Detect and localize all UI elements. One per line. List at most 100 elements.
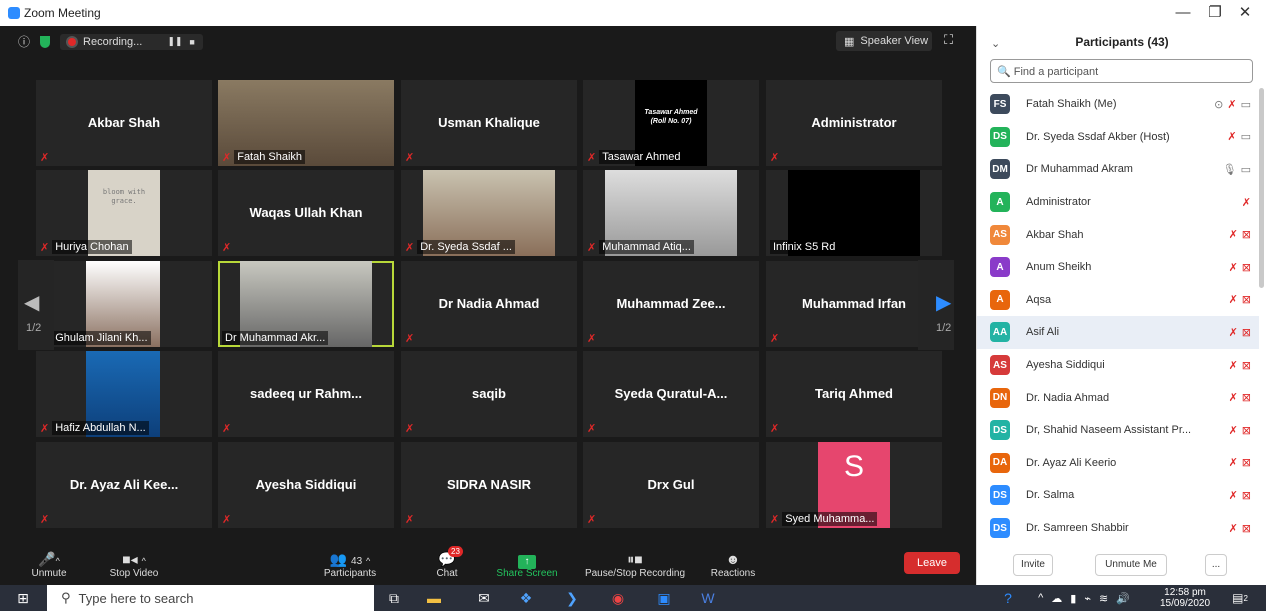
wifi-icon: ≋ bbox=[1098, 592, 1109, 605]
unmute-me-button[interactable]: Unmute Me bbox=[1095, 554, 1167, 576]
next-page-button[interactable]: ▶ bbox=[918, 260, 954, 350]
participant-row[interactable]: A Aqsa ✗ ⊠ bbox=[977, 284, 1259, 317]
participant-name: Administrator bbox=[811, 114, 897, 130]
minimize-button[interactable]: — bbox=[1168, 0, 1198, 26]
maximize-button[interactable]: ❐ bbox=[1200, 0, 1230, 26]
participant-row[interactable]: AS Ayesha Siddiqui ✗ ⊠ bbox=[977, 349, 1259, 382]
speaker-view-button[interactable]: ▦ Speaker View bbox=[836, 31, 932, 51]
leave-button[interactable]: Leave bbox=[904, 552, 960, 574]
fullscreen-icon[interactable]: ⛶ bbox=[944, 32, 953, 48]
participant-name: Dr Nadia Ahmad bbox=[438, 295, 540, 311]
participant-name: SIDRA NASIR bbox=[446, 476, 532, 492]
shield-icon[interactable] bbox=[40, 35, 51, 48]
participant-tile[interactable]: Ayesha Siddiqui ✗ bbox=[218, 442, 394, 528]
participant-tile[interactable]: ✗ Hafiz Abdullah N... bbox=[36, 351, 212, 437]
participant-row[interactable]: DS Dr. Salma ✗ ⊠ bbox=[977, 479, 1259, 512]
participant-tile[interactable]: sadeeq ur Rahm... ✗ bbox=[218, 351, 394, 437]
mic-muted-icon: ✗ bbox=[587, 241, 597, 254]
dropbox-icon[interactable]: ❖ bbox=[512, 585, 540, 611]
help-icon[interactable]: ? bbox=[996, 585, 1020, 611]
stop-video-button[interactable]: ■◂ ^ Stop Video bbox=[104, 550, 164, 579]
participant-row[interactable]: DS Dr. Samreen Shabbir ✗ ⊠ bbox=[977, 512, 1259, 545]
participant-tile[interactable]: Dr. Ayaz Ali Kee... ✗ bbox=[36, 442, 212, 528]
system-tray[interactable]: ^ ☁ ▮ ⌁ ≋ 🔊 bbox=[1024, 585, 1144, 611]
participant-tile[interactable]: Akbar Shah ✗ bbox=[36, 80, 212, 166]
participant-tile[interactable]: ✗Ghulam Jilani Kh... bbox=[36, 261, 212, 347]
unmute-button[interactable]: 🎤^ Unmute bbox=[28, 550, 70, 579]
participant-row[interactable]: A Administrator ✗ bbox=[977, 186, 1259, 219]
participant-tile[interactable]: Infinix S5 Rd bbox=[766, 170, 942, 256]
vscode-icon[interactable]: ❯ bbox=[558, 585, 586, 611]
video-off-icon: ⊠ bbox=[1241, 294, 1251, 307]
chat-button[interactable]: 💬 23 Chat bbox=[430, 546, 464, 579]
name-card-line: Tasawar Ahmed bbox=[644, 109, 698, 116]
task-view-icon[interactable]: ⧉ bbox=[380, 585, 408, 611]
avatar: DS bbox=[990, 126, 1010, 147]
close-button[interactable]: ✕ bbox=[1230, 0, 1260, 26]
participant-label: Dr. Syeda Ssdaf ... bbox=[417, 240, 515, 254]
word-icon[interactable]: W bbox=[694, 585, 722, 611]
participant-row[interactable]: DS Dr, Shahid Naseem Assistant Pr... ✗ ⊠ bbox=[977, 414, 1259, 447]
participant-tile[interactable]: Dr Nadia Ahmad ✗ bbox=[401, 261, 577, 347]
view-grid-icon: ▦ bbox=[844, 35, 855, 48]
share-screen-button[interactable]: ↑ Share Screen bbox=[494, 550, 560, 579]
participant-tile[interactable]: bloom with grace. ✗ Huriya Chohan bbox=[36, 170, 212, 256]
participant-row[interactable]: DA Dr. Ayaz Ali Keerio ✗ ⊠ bbox=[977, 447, 1259, 480]
pause-recording-button[interactable]: ❚❚ bbox=[167, 36, 182, 47]
participant-row[interactable]: DS Dr. Syeda Ssdaf Akber (Host) ✗ ▭ bbox=[977, 121, 1259, 154]
participant-tile[interactable]: Tariq Ahmed ✗ bbox=[766, 351, 942, 437]
participant-tile[interactable]: Muhammad Irfan ✗ bbox=[766, 261, 942, 347]
prev-page-button[interactable]: ◀ bbox=[18, 260, 54, 350]
mic-muted-icon: ✗ bbox=[1228, 359, 1238, 372]
avatar: A bbox=[990, 192, 1010, 213]
video-off-icon: ⊠ bbox=[1241, 261, 1251, 274]
participant-tile[interactable]: ✗ Muhammad Atiq... bbox=[583, 170, 759, 256]
taskbar-search-input[interactable]: ⚲ Type here to search bbox=[47, 585, 374, 611]
participant-tile[interactable]: S ✗ Syed Muhamma... bbox=[766, 442, 942, 528]
participant-tile[interactable]: Waqas Ullah Khan ✗ bbox=[218, 170, 394, 256]
taskbar-clock[interactable]: 12:58 pm 15/09/2020 bbox=[1160, 587, 1210, 609]
mic-muted-icon: ✗ bbox=[1228, 457, 1238, 470]
chrome-icon[interactable]: ◉ bbox=[604, 585, 632, 611]
participant-row[interactable]: FS Fatah Shaikh (Me) ⊙ ✗ ▭ bbox=[977, 88, 1259, 121]
participant-tile[interactable]: saqib ✗ bbox=[401, 351, 577, 437]
reactions-button[interactable]: ☻ Reactions bbox=[706, 550, 760, 579]
participant-tile[interactable]: ✗ Fatah Shaikh bbox=[218, 80, 394, 166]
participant-name: Dr. Samreen Shabbir bbox=[1026, 522, 1129, 535]
stop-recording-button[interactable]: ■ bbox=[189, 37, 194, 47]
participant-row[interactable]: AA Asif Ali ✗ ⊠ bbox=[977, 316, 1259, 349]
participant-row[interactable]: DN Dr. Nadia Ahmad ✗ ⊠ bbox=[977, 381, 1259, 414]
participant-tile[interactable]: Usman Khalique ✗ bbox=[401, 80, 577, 166]
participant-row[interactable]: AS Akbar Shah ✗ ⊠ bbox=[977, 218, 1259, 251]
more-options-button[interactable]: ... bbox=[1205, 554, 1227, 576]
participant-status-icons: ✗ bbox=[1193, 196, 1259, 209]
participant-row[interactable]: DM Dr Muhammad Akram 🎙 ▭ bbox=[977, 153, 1259, 186]
participant-label: Huriya Chohan bbox=[52, 240, 132, 254]
participants-button[interactable]: 👥 43 ^ Participants bbox=[318, 550, 382, 579]
participant-tile[interactable]: Muhammad Zee... ✗ bbox=[583, 261, 759, 347]
tile-label: ✗ bbox=[770, 332, 779, 345]
windows-start-icon[interactable]: ⊞ bbox=[10, 585, 36, 611]
participant-tile[interactable]: Dr Muhammad Akr... bbox=[218, 261, 394, 347]
participant-tile[interactable]: Syeda Quratul-A... ✗ bbox=[583, 351, 759, 437]
participant-tile[interactable]: Tasawar Ahmed (Roll No. 07) ✗ Tasawar Ahmed bbox=[583, 80, 759, 166]
participant-row[interactable]: A Anum Sheikh ✗ ⊠ bbox=[977, 251, 1259, 284]
participant-tile[interactable]: Drx Gul ✗ bbox=[583, 442, 759, 528]
participant-tile[interactable]: SIDRA NASIR ✗ bbox=[401, 442, 577, 528]
participants-icon: 👥 43 ^ bbox=[329, 551, 371, 567]
participant-tile[interactable]: ✗ Dr. Syeda Ssdaf ... bbox=[401, 170, 577, 256]
mic-muted-icon: ✗ bbox=[222, 151, 232, 164]
participant-label: Fatah Shaikh bbox=[234, 150, 306, 164]
participant-search-input[interactable]: 🔍 Find a participant bbox=[990, 59, 1253, 83]
invite-button[interactable]: Invite bbox=[1013, 554, 1053, 576]
mail-icon[interactable]: ✉ bbox=[470, 585, 498, 611]
zoom-taskbar-icon[interactable]: ▣ bbox=[650, 585, 678, 611]
participant-tile[interactable]: Administrator ✗ bbox=[766, 80, 942, 166]
notification-center-icon[interactable]: ▤ 2 bbox=[1226, 585, 1254, 611]
info-icon[interactable]: ⓘ bbox=[18, 33, 30, 50]
avatar: FS bbox=[990, 94, 1010, 115]
tile-label: Dr Muhammad Akr... bbox=[222, 331, 329, 345]
file-explorer-icon[interactable]: ▬ bbox=[420, 585, 448, 611]
participant-list-scrollbar[interactable] bbox=[1259, 88, 1264, 288]
pause-stop-recording-button[interactable]: ⏸■ Pause/Stop Recording bbox=[578, 550, 692, 579]
